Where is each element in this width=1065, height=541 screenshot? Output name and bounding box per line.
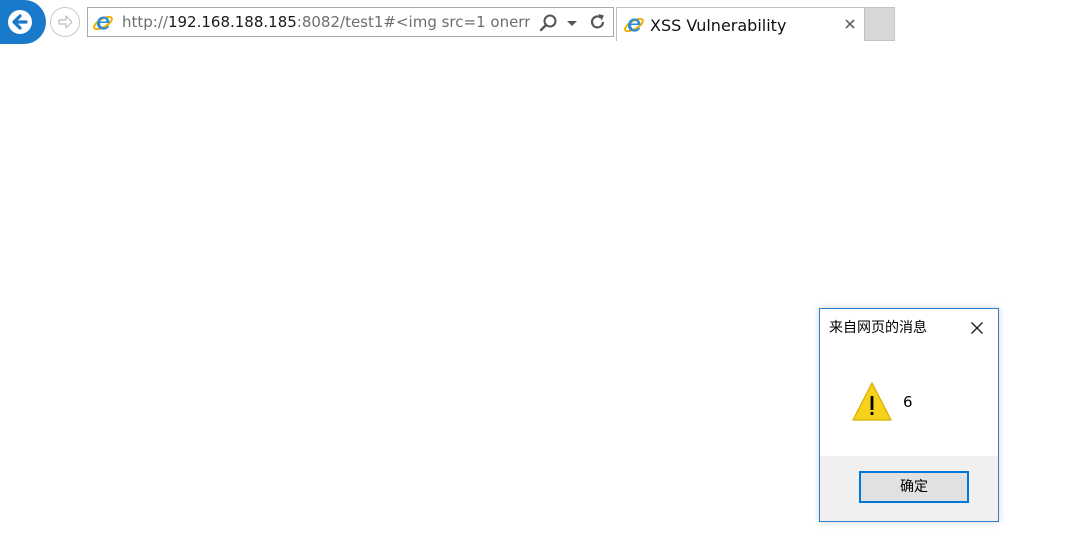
- internet-explorer-icon: [624, 17, 644, 33]
- ok-button-label: 确定: [900, 479, 928, 495]
- internet-explorer-icon: [93, 15, 113, 31]
- search-icon[interactable]: [539, 14, 559, 32]
- dialog-footer: 确定: [820, 456, 998, 521]
- close-icon[interactable]: [843, 17, 857, 31]
- url-host: 192.168.188.185: [167, 13, 297, 31]
- url-prefix: http://: [122, 13, 168, 31]
- url-rest: :8082/test1#<img src=1 onerror=: [296, 13, 530, 31]
- address-bar[interactable]: http://192.168.188.185:8082/test1#<img s…: [87, 7, 614, 37]
- dialog-title: 来自网页的消息: [829, 320, 927, 336]
- dialog-message: 6: [903, 393, 913, 411]
- tab-xss-vulnerability[interactable]: XSS Vulnerability: [616, 7, 865, 41]
- forward-button[interactable]: [50, 7, 80, 37]
- back-button[interactable]: [0, 0, 46, 44]
- close-icon[interactable]: [970, 321, 984, 335]
- forward-arrow-icon: [58, 15, 73, 29]
- dropdown-icon[interactable]: [566, 20, 578, 28]
- refresh-icon[interactable]: [588, 12, 608, 32]
- new-tab-button[interactable]: [865, 7, 895, 41]
- ok-button[interactable]: 确定: [859, 471, 969, 503]
- browser-toolbar: http://192.168.188.185:8082/test1#<img s…: [0, 0, 1065, 44]
- back-arrow-icon: [8, 10, 32, 34]
- url-text[interactable]: http://192.168.188.185:8082/test1#<img s…: [122, 13, 530, 31]
- alert-dialog: 来自网页的消息 6 确定: [819, 308, 999, 522]
- tab-title: XSS Vulnerability: [650, 16, 787, 35]
- warning-icon: [852, 382, 892, 421]
